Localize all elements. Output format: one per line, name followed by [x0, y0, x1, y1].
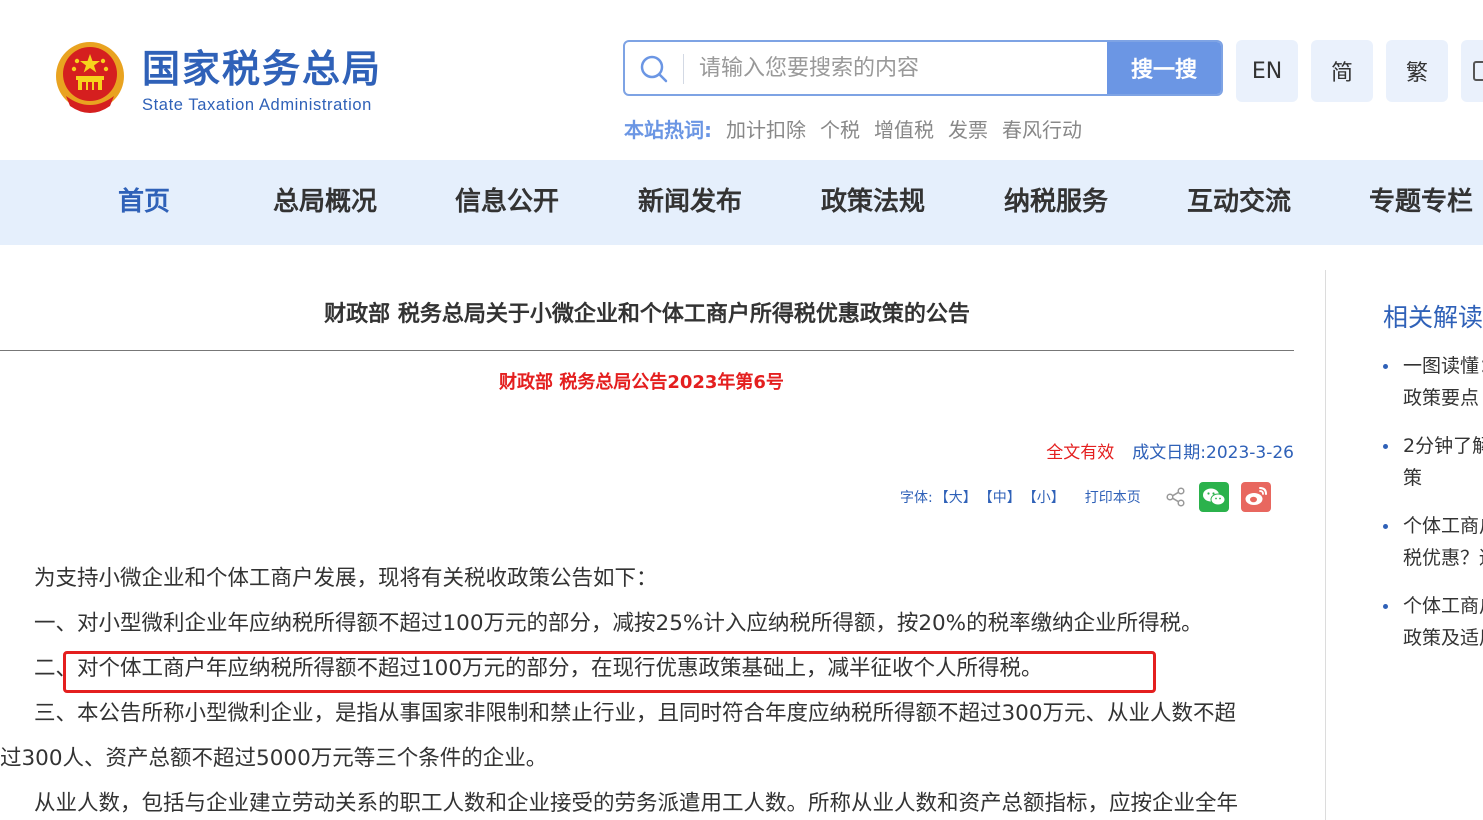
hot-word-link[interactable]: 加计扣除	[726, 114, 806, 143]
search-divider	[683, 54, 684, 84]
hot-word-link[interactable]: 发票	[948, 114, 988, 143]
article-title: 财政部 税务总局关于小微企业和个体工商户所得税优惠政策的公告	[324, 302, 970, 327]
highlight-annotation	[63, 651, 1156, 693]
search-input[interactable]	[699, 50, 1099, 86]
nav-item-home[interactable]: 首页	[118, 160, 170, 245]
related-item[interactable]: 2分钟了解政策	[1383, 430, 1483, 494]
sidebar-title: 相关解读	[1383, 303, 1483, 332]
font-small-link[interactable]: 【小】	[1023, 487, 1065, 507]
sidebar-divider	[1325, 270, 1326, 820]
article-paragraph: 过300人、资产总额不超过5000万元等三个条件的企业。	[0, 746, 548, 771]
nav-item-tax-service[interactable]: 纳税服务	[1004, 160, 1108, 245]
hot-words-label: 本站热词:	[624, 118, 712, 142]
hot-words: 本站热词: 加计扣除 个税 增值税 发票 春风行动	[624, 114, 1082, 143]
nav-item-news[interactable]: 新闻发布	[638, 160, 742, 245]
title-divider	[0, 350, 1294, 351]
main-nav: 首页 总局概况 信息公开 新闻发布 政策法规 纳税服务 互动交流 专题专栏	[0, 160, 1483, 245]
search-box: 搜一搜	[623, 40, 1223, 96]
document-number: 财政部 税务总局公告2023年第6号	[499, 372, 784, 393]
article-paragraph: 一、对小型微利企业年应纳税所得额不超过100万元的部分，减按25%计入应纳税所得…	[34, 611, 1203, 636]
font-large-link[interactable]: 【大】	[935, 487, 977, 507]
nav-item-policy[interactable]: 政策法规	[821, 160, 925, 245]
national-emblem-icon[interactable]	[52, 40, 128, 116]
share-icon[interactable]	[1165, 486, 1187, 508]
wechat-share-icon[interactable]	[1198, 482, 1229, 512]
hot-word-link[interactable]: 个税	[820, 114, 860, 143]
article-paragraph: 从业人数，包括与企业建立劳动关系的职工人数和企业接受的劳务派遣用工人数。所称从业…	[34, 791, 1239, 816]
article-paragraph: 三、本公告所称小型微利企业，是指从事国家非限制和禁止行业，且同时符合年度应纳税所…	[34, 701, 1237, 726]
related-item[interactable]: 个体工商户政策及适用	[1383, 590, 1483, 654]
article-tools: 字体: 【大】 【中】 【小】 打印本页	[900, 480, 1271, 514]
weibo-share-icon[interactable]	[1240, 482, 1271, 512]
nav-item-topics[interactable]: 专题专栏	[1369, 160, 1473, 245]
nav-item-interaction[interactable]: 互动交流	[1187, 160, 1291, 245]
font-size-label: 字体:	[900, 490, 933, 506]
article-paragraph: 为支持小微企业和个体工商户发展，现将有关税收政策公告如下：	[34, 566, 658, 591]
related-item[interactable]: 一图读懂：政策要点	[1383, 350, 1483, 414]
related-item[interactable]: 个体工商户税优惠？适	[1383, 510, 1483, 574]
nav-item-disclosure[interactable]: 信息公开	[455, 160, 559, 245]
accessibility-button[interactable]	[1461, 40, 1483, 102]
hot-word-link[interactable]: 春风行动	[1002, 114, 1082, 143]
validity-status: 全文有效	[1046, 443, 1115, 463]
site-logo-title[interactable]: 国家税务总局	[142, 44, 382, 94]
font-medium-link[interactable]: 【中】	[979, 487, 1021, 507]
nav-item-overview[interactable]: 总局概况	[273, 160, 377, 245]
hot-word-link[interactable]: 增值税	[874, 114, 934, 143]
site-header: 国家税务总局 State Taxation Administration 搜一搜…	[0, 0, 1483, 160]
accessibility-icon	[1473, 61, 1483, 81]
site-logo-subtitle[interactable]: State Taxation Administration	[142, 96, 372, 115]
language-simplified-button[interactable]: 简	[1311, 40, 1373, 102]
article-meta: 全文有效 成文日期:2023-3-26	[1046, 438, 1294, 463]
language-traditional-button[interactable]: 繁	[1386, 40, 1448, 102]
search-icon	[640, 55, 668, 83]
issue-date: 成文日期:2023-3-26	[1132, 443, 1294, 463]
related-list: 一图读懂：政策要点 2分钟了解政策 个体工商户税优惠？适 个体工商户政策及适用	[1383, 350, 1483, 670]
print-link[interactable]: 打印本页	[1085, 487, 1141, 507]
language-english-button[interactable]: EN	[1236, 40, 1298, 102]
search-button[interactable]: 搜一搜	[1107, 42, 1221, 94]
